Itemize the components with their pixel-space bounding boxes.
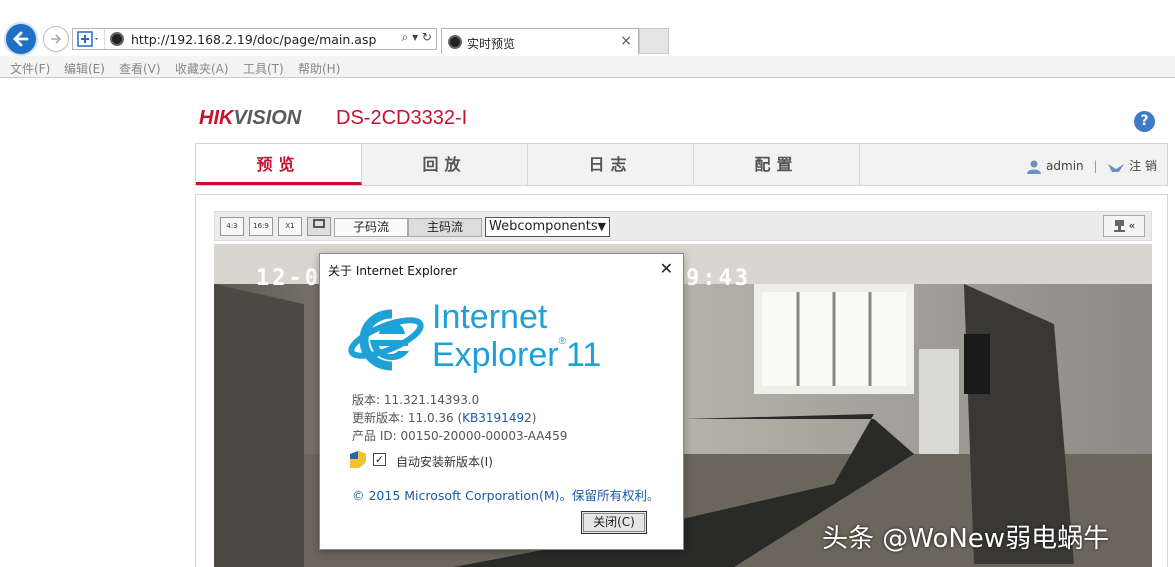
- main-nav: 预览 回放 日志 配置 admin | 注 销: [195, 143, 1168, 186]
- ratio-16-9-button[interactable]: 16:9: [249, 217, 273, 236]
- tab-preview[interactable]: 预览: [196, 144, 362, 185]
- osd-date: 12-0: [256, 266, 321, 291]
- user-box: admin | 注 销: [1026, 157, 1157, 175]
- chevron-down-icon: ▼: [597, 220, 606, 233]
- about-ie-dialog: 关于 Internet Explorer ✕ Internet Explorer…: [319, 253, 684, 550]
- copyright-text: © 2015 Microsoft Corporation(M)。保留所有权利。: [352, 488, 660, 503]
- arrow-right-icon: [51, 34, 62, 44]
- auto-update-label: 自动安装新版本(I): [396, 455, 493, 469]
- url-text[interactable]: http://192.168.2.19/doc/page/main.asp: [131, 32, 376, 47]
- ptz-icon: [1113, 220, 1125, 232]
- ratio-x1-button[interactable]: X1: [278, 217, 302, 236]
- tab-favicon: [448, 35, 462, 49]
- fullscreen-button[interactable]: [307, 217, 331, 236]
- forward-button[interactable]: [43, 26, 69, 52]
- username: admin: [1046, 159, 1084, 173]
- mainstream-button[interactable]: 主码流: [408, 218, 482, 237]
- kb-link[interactable]: KB3191492: [462, 411, 532, 425]
- version-text: 版本: 11.321.14393.0: [352, 393, 480, 407]
- product-name-line1: Internet: [432, 298, 548, 336]
- site-favicon: [110, 32, 124, 46]
- tab-playback[interactable]: 回放: [362, 144, 528, 185]
- user-icon: [1027, 160, 1042, 174]
- compat-icon[interactable]: [73, 29, 105, 49]
- watermark-text: 头条 @WoNew弱电蜗牛: [822, 524, 1110, 554]
- tab-log[interactable]: 日志: [528, 144, 694, 185]
- device-model: DS-2CD3332-I: [336, 107, 468, 129]
- menu-tools[interactable]: 工具(T): [243, 60, 284, 77]
- product-id: 产品 ID: 00150-20000-00003-AA459: [352, 429, 568, 443]
- dialog-title: 关于 Internet Explorer: [328, 264, 458, 278]
- microsoft-link[interactable]: Microsoft Corporation(M): [404, 488, 559, 503]
- new-tab-button[interactable]: [639, 28, 669, 54]
- plugin-select[interactable]: Webcomponents ▼: [485, 217, 610, 237]
- tab-title: 实时预览: [467, 37, 516, 51]
- menu-bar: 文件(F) 编辑(E) 查看(V) 收藏夹(A) 工具(T) 帮助(H): [0, 56, 1175, 78]
- tab-config[interactable]: 配置: [694, 144, 860, 185]
- ptz-arrow: «: [1128, 219, 1136, 232]
- hikvision-logo: HIKVISION: [199, 107, 302, 129]
- back-button[interactable]: [4, 22, 38, 56]
- update-version: 更新版本: 11.0.36 (KB3191492): [352, 411, 537, 425]
- arrow-left-icon: [13, 31, 29, 47]
- user-separator: |: [1093, 159, 1098, 173]
- dialog-close-icon[interactable]: ✕: [660, 259, 673, 278]
- menu-view[interactable]: 查看(V): [119, 60, 161, 77]
- menu-help[interactable]: 帮助(H): [298, 60, 340, 77]
- menu-favorites[interactable]: 收藏夹(A): [175, 60, 229, 77]
- preview-toolbar: 4:3 16:9 X1 子码流 主码流 Webcomponents ▼ «: [214, 211, 1152, 241]
- logout-icon: [1108, 163, 1125, 172]
- fullscreen-icon: [313, 219, 325, 228]
- ratio-4-3-button[interactable]: 4:3: [220, 217, 244, 236]
- close-button[interactable]: 关闭(C): [581, 511, 647, 534]
- help-icon[interactable]: ?: [1134, 111, 1155, 132]
- address-controls[interactable]: ⌕ ▾ ↻: [402, 30, 432, 45]
- substream-button[interactable]: 子码流: [334, 218, 408, 237]
- tab-close-icon[interactable]: ×: [620, 33, 632, 49]
- plugin-select-value: Webcomponents: [489, 219, 598, 234]
- address-bar[interactable]: http://192.168.2.19/doc/page/main.asp ⌕ …: [72, 28, 437, 50]
- ie-logo-icon: [348, 309, 424, 371]
- logout-link[interactable]: 注 销: [1129, 159, 1157, 173]
- osd-time: 9:43: [686, 266, 751, 291]
- auto-update-checkbox[interactable]: ✓: [373, 453, 386, 466]
- shield-icon: [350, 451, 366, 468]
- menu-file[interactable]: 文件(F): [10, 60, 50, 77]
- browser-chrome: http://192.168.2.19/doc/page/main.asp ⌕ …: [0, 0, 1175, 79]
- browser-tab[interactable]: 实时预览 ×: [441, 28, 639, 54]
- ptz-toggle-button[interactable]: «: [1103, 215, 1145, 237]
- menu-edit[interactable]: 编辑(E): [64, 60, 105, 77]
- product-name-line2: Explorer®11: [432, 336, 602, 374]
